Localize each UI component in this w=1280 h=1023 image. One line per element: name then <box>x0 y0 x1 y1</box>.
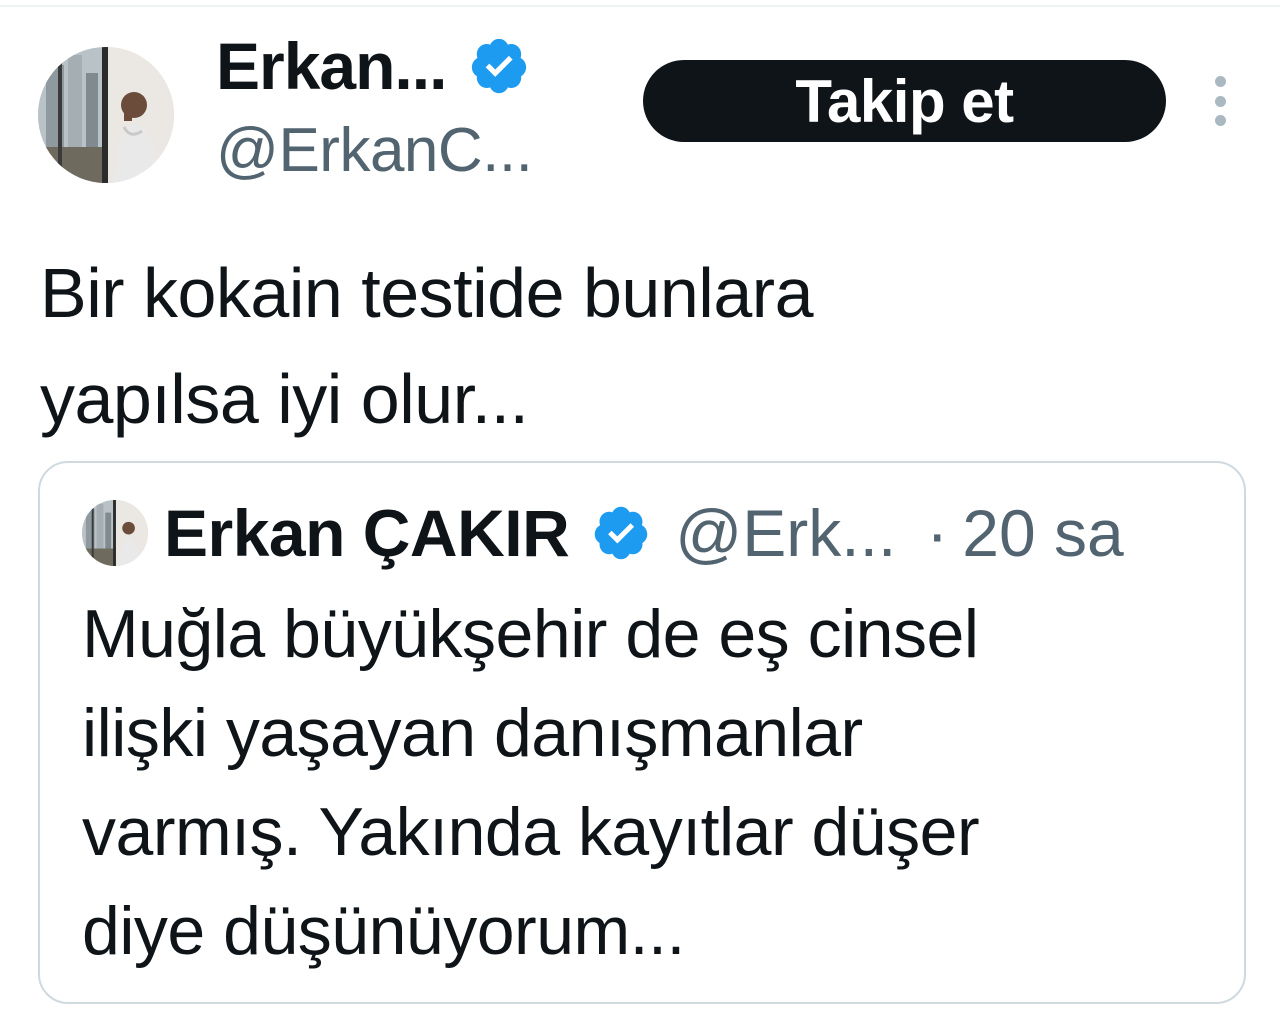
quoted-author-avatar[interactable] <box>82 500 148 566</box>
author-handle[interactable]: @ErkanC... <box>216 120 533 182</box>
author-name-row[interactable]: Erkan... <box>216 28 530 104</box>
quoted-tweet-timestamp[interactable]: 20 sa <box>962 500 1123 566</box>
verified-badge-icon <box>591 503 651 563</box>
separator-dot: · <box>926 496 949 570</box>
quoted-author-handle[interactable]: @Erk... <box>675 500 896 566</box>
divider <box>0 5 1280 7</box>
more-dot <box>1214 115 1226 126</box>
follow-button[interactable]: Takip et <box>643 60 1166 142</box>
author-display-name[interactable]: Erkan... <box>216 33 447 99</box>
tweet-screenshot: Erkan... @ErkanC... Takip et Bir kokain … <box>0 0 1280 1023</box>
more-dot <box>1214 76 1226 87</box>
verified-badge-icon <box>468 35 530 97</box>
author-avatar[interactable] <box>38 47 174 183</box>
more-dot <box>1214 95 1226 107</box>
quoted-author-display-name[interactable]: Erkan ÇAKIR <box>164 500 570 566</box>
quoted-tweet-card[interactable]: Erkan ÇAKIR @Erk... · 20 sa Muğla büyükş… <box>38 461 1246 1004</box>
more-options-icon[interactable] <box>1202 76 1238 126</box>
quoted-tweet-header: Erkan ÇAKIR @Erk... · 20 sa <box>82 493 1124 573</box>
quoted-tweet-text: Muğla büyükşehir de eş cinsel ilişki yaş… <box>82 596 980 969</box>
tweet-text: Bir kokain testide bunlara yapılsa iyi o… <box>40 254 814 438</box>
